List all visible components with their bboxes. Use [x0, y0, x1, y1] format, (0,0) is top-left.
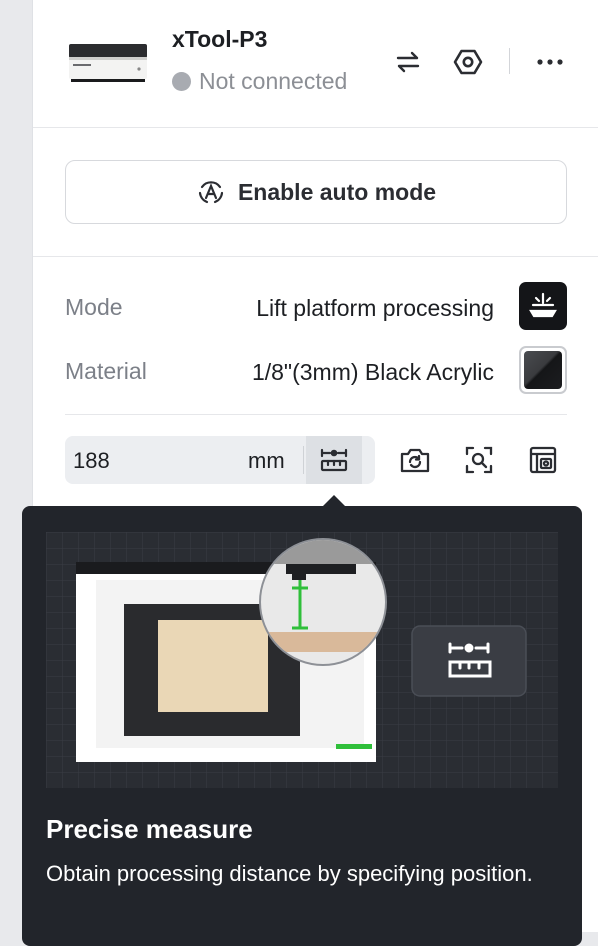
- header-separator: [509, 48, 510, 74]
- frame-icon[interactable]: [525, 442, 561, 478]
- enable-auto-mode-button[interactable]: Enable auto mode: [65, 160, 567, 224]
- tooltip-description: Obtain processing distance by specifying…: [46, 861, 533, 886]
- distance-separator: [303, 446, 304, 474]
- more-dots-icon[interactable]: [533, 45, 567, 79]
- device-thumbnail: [69, 44, 147, 82]
- material-swatch: [524, 351, 562, 389]
- status-text: Not connected: [199, 68, 348, 94]
- device-header: xTool-P3 Not connected: [33, 0, 598, 128]
- precise-measure-illustration: [46, 532, 558, 788]
- auto-mode-label: Enable auto mode: [237, 178, 437, 205]
- lift-platform-icon[interactable]: [519, 282, 567, 330]
- device-name: xTool-P3: [172, 26, 268, 52]
- focus-scan-icon[interactable]: [461, 442, 497, 478]
- mode-label: Mode: [65, 294, 123, 320]
- camera-refresh-icon[interactable]: [397, 442, 433, 478]
- auto-mode-icon: [198, 181, 224, 204]
- switch-arrows-icon[interactable]: [391, 45, 425, 79]
- connection-status: Not connected: [172, 68, 347, 95]
- material-swatch-icon[interactable]: [519, 346, 567, 394]
- section-divider: [65, 414, 567, 415]
- section-divider: [33, 256, 598, 257]
- settings-hex-icon[interactable]: [451, 45, 485, 79]
- tooltip-title: Precise measure: [46, 814, 253, 844]
- distance-unit: mm: [248, 448, 285, 473]
- precise-measure-button[interactable]: [306, 436, 362, 484]
- distance-value[interactable]: 188: [73, 448, 110, 474]
- distance-input[interactable]: 188 mm: [65, 436, 375, 484]
- measure-ruler-icon: [320, 448, 348, 472]
- status-dot-icon: [172, 72, 191, 91]
- material-value[interactable]: 1/8"(3mm) Black Acrylic: [252, 359, 494, 386]
- material-label: Material: [65, 358, 147, 384]
- precise-measure-tooltip: Precise measure Obtain processing distan…: [22, 506, 582, 946]
- mode-value[interactable]: Lift platform processing: [256, 295, 494, 322]
